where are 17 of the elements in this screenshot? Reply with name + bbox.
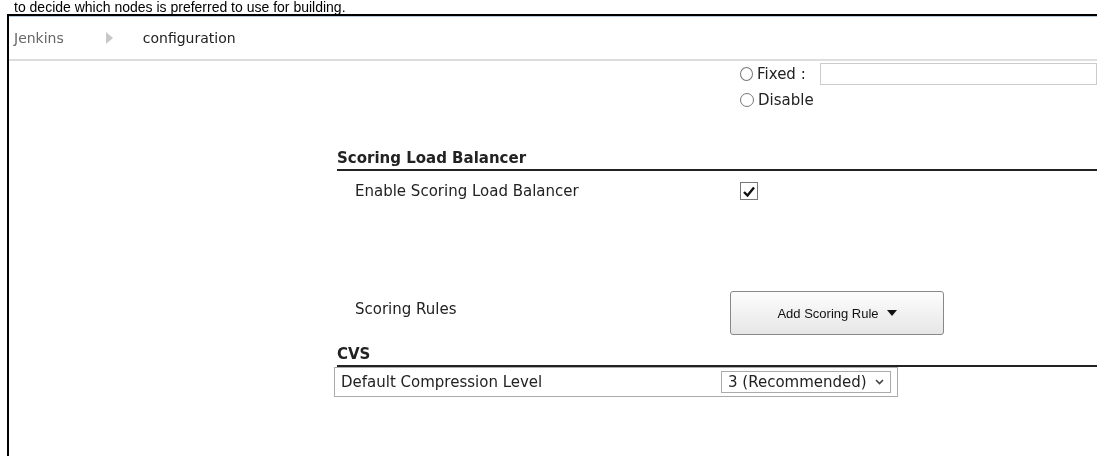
breadcrumb-link[interactable]: configuration (142, 30, 236, 46)
section-heading: Scoring Load Balancer (337, 149, 1097, 171)
caret-icon (886, 310, 897, 316)
setting-label: Scoring Rules (355, 300, 458, 318)
setting-label: Default Compression Level (341, 373, 544, 391)
chevron-icon (105, 32, 113, 44)
setting-label: Enable Scoring Load Balancer (355, 182, 580, 200)
radio-label: Fixed : (757, 65, 806, 83)
compression-select[interactable]: 3 (Recommended) (721, 371, 891, 393)
section-heading: CVS (337, 345, 1097, 367)
chevron-down-icon (874, 379, 884, 385)
input-field[interactable] (819, 63, 1097, 85)
breadcrumb-link[interactable]: Jenkins (14, 30, 64, 46)
add-scoring-rule-button[interactable]: Add Scoring Rule (730, 291, 944, 335)
radio-label: Disable (758, 91, 814, 109)
intro-text: to decide which nodes is preferred to use for building. (13, 0, 347, 14)
checkbox[interactable] (740, 182, 758, 200)
